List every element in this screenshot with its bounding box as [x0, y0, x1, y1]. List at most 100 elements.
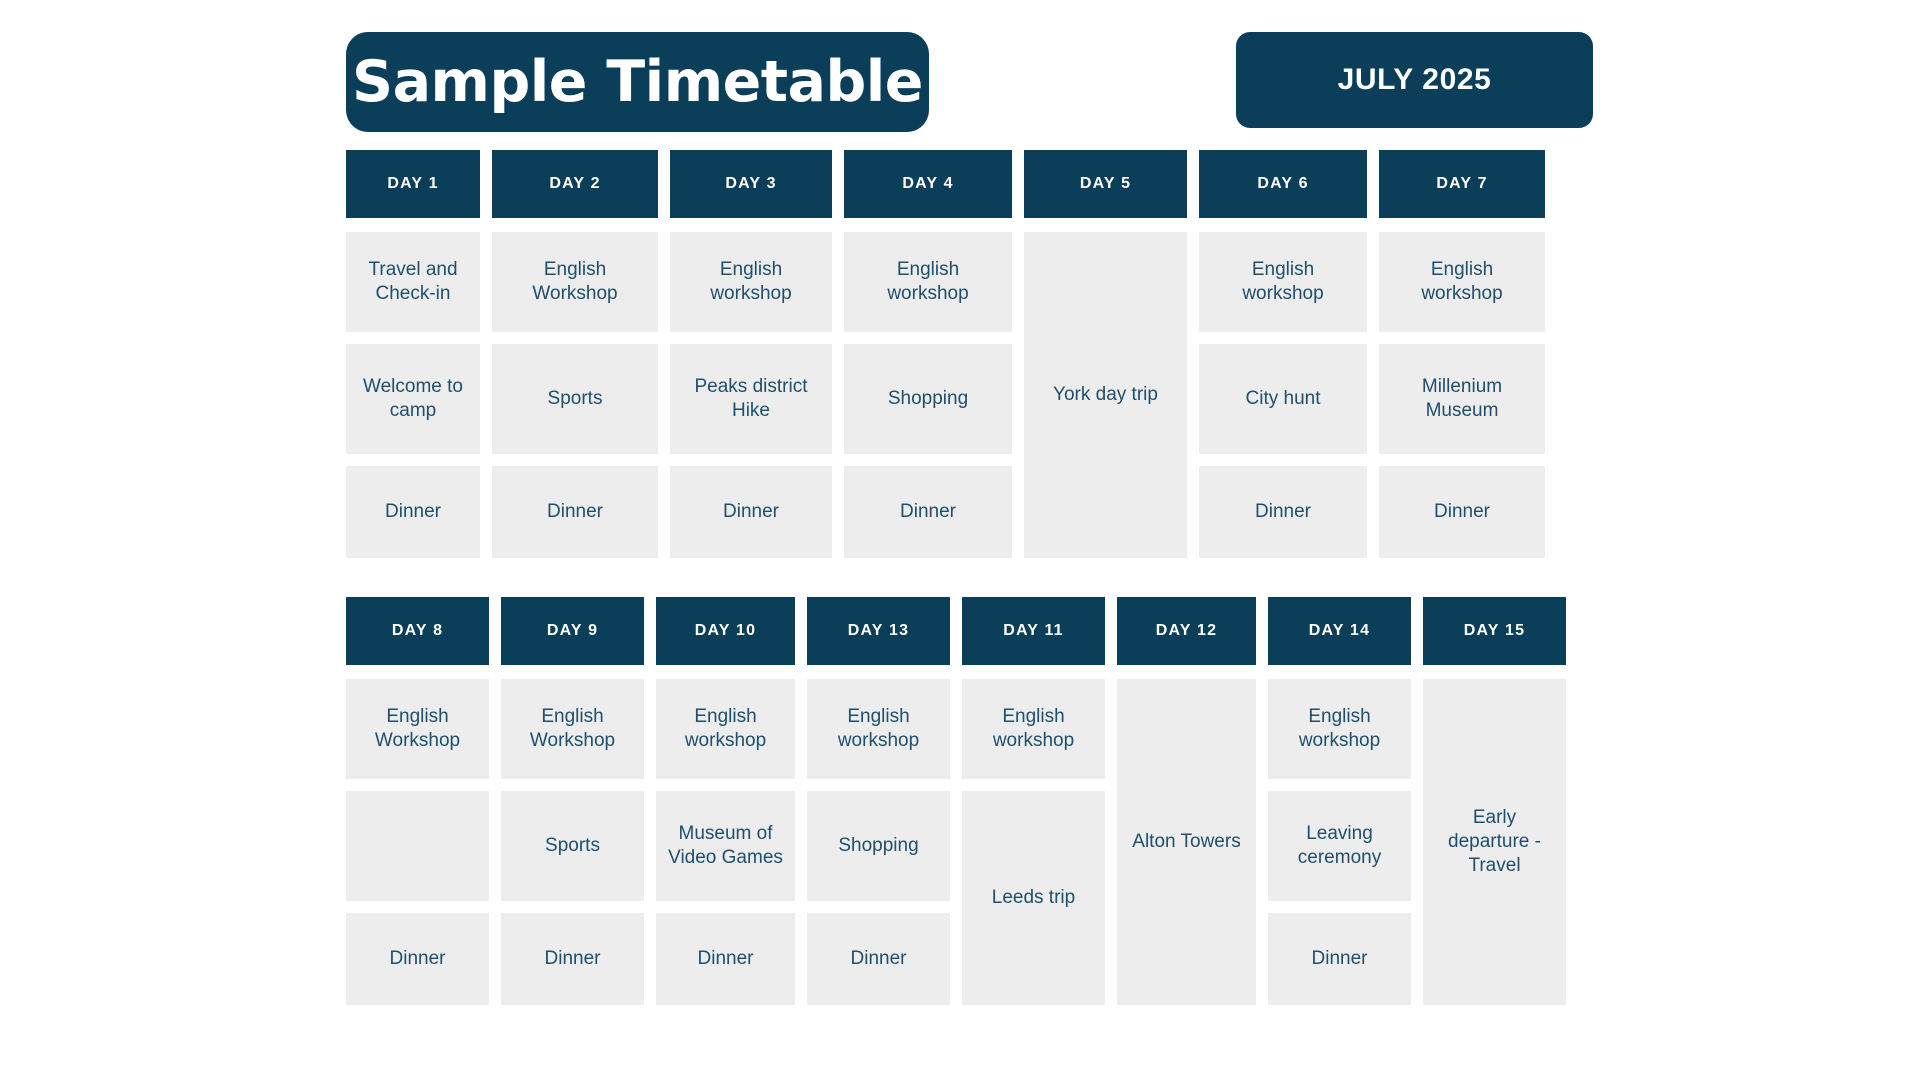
activity-label: English workshop	[1242, 258, 1324, 304]
activity-cell[interactable]: Shopping	[844, 344, 1012, 454]
activity-label: Shopping	[887, 387, 969, 409]
day-column: DAY 1 Travel and Check-in Welcome to camp D…	[346, 150, 480, 558]
activity-cell[interactable]: Dinner	[670, 466, 832, 558]
activity-label: Welcome to camp	[363, 375, 463, 421]
activity-label: Alton Towers	[1132, 830, 1241, 852]
activity-label: Dinner	[850, 947, 907, 969]
activity-label: English workshop	[1298, 705, 1381, 751]
activity-label: Early departure - Travel	[1448, 806, 1541, 877]
activity-label: Dinner	[900, 500, 956, 522]
day-header[interactable]: DAY 3	[670, 150, 832, 218]
day-header[interactable]: DAY 5	[1024, 150, 1187, 218]
day-column: DAY 9 English Workshop Sports Dinner	[501, 597, 644, 1005]
activity-label: Dinner	[723, 500, 779, 522]
activity-cell[interactable]: Welcome to camp	[346, 344, 480, 454]
activity-cell[interactable]: Peaks district Hike	[670, 344, 832, 454]
activity-label: Sports	[547, 387, 603, 409]
activity-cell[interactable]: English Workshop	[501, 679, 644, 779]
day-column: DAY 13 English workshop Shopping Dinner	[807, 597, 950, 1005]
day-header[interactable]: DAY 14	[1268, 597, 1411, 665]
day-header[interactable]: DAY 1	[346, 150, 480, 218]
day-header[interactable]: DAY 8	[346, 597, 489, 665]
day-column: DAY 4 English workshop Shopping Dinner	[844, 150, 1012, 558]
activity-cell[interactable]: Dinner	[844, 466, 1012, 558]
activity-cell[interactable]: English Workshop	[346, 679, 489, 779]
activity-cell[interactable]: Dinner	[346, 913, 489, 1005]
activity-label: Dinner	[547, 500, 603, 522]
activity-cell[interactable]: English workshop	[670, 232, 832, 332]
activity-cell[interactable]: City hunt	[1199, 344, 1367, 454]
activity-label: Dinner	[389, 947, 446, 969]
activity-label: English workshop	[684, 705, 767, 751]
activity-cell[interactable]: English workshop	[1379, 232, 1545, 332]
day-column: DAY 14 English workshop Leaving ceremony Di…	[1268, 597, 1411, 1005]
month-badge: JULY 2025	[1236, 32, 1593, 128]
activity-label: Dinner	[544, 947, 601, 969]
activity-label: Sports	[545, 834, 600, 856]
activity-cell[interactable]: Dinner	[1379, 466, 1545, 558]
day-column: DAY 3 English workshop Peaks district Hike…	[670, 150, 832, 558]
day-header[interactable]: DAY 7	[1379, 150, 1545, 218]
activity-cell[interactable]: Dinner	[807, 913, 950, 1005]
activity-label: Dinner	[1311, 947, 1368, 969]
day-header[interactable]: DAY 12	[1117, 597, 1256, 665]
day-header[interactable]: DAY 4	[844, 150, 1012, 218]
day-column: DAY 8 English Workshop Dinner	[346, 597, 489, 1005]
activity-cell[interactable]: York day trip	[1024, 232, 1187, 558]
page-title-badge: Sample Timetable	[346, 32, 929, 132]
activity-label: English workshop	[1421, 258, 1503, 304]
activity-cell[interactable]: Dinner	[656, 913, 795, 1005]
activity-cell[interactable]: Dinner	[346, 466, 480, 558]
activity-label: Leeds trip	[991, 886, 1076, 908]
day-header[interactable]: DAY 11	[962, 597, 1105, 665]
timetable-page: Sample Timetable JULY 2025 DAY 1 Travel a…	[0, 0, 1920, 1080]
day-column: DAY 15 Early departure - Travel	[1423, 597, 1566, 1005]
activity-cell[interactable]: Shopping	[807, 791, 950, 901]
day-header[interactable]: DAY 9	[501, 597, 644, 665]
activity-cell[interactable]: Dinner	[1268, 913, 1411, 1005]
activity-cell[interactable]: Museum of Video Games	[656, 791, 795, 901]
activity-cell[interactable]: Alton Towers	[1117, 679, 1256, 1005]
activity-label: English workshop	[992, 705, 1075, 751]
activity-cell[interactable]: Dinner	[501, 913, 644, 1005]
activity-label: Dinner	[385, 500, 441, 522]
activity-cell[interactable]: Early departure - Travel	[1423, 679, 1566, 1005]
activity-cell[interactable]: English workshop	[844, 232, 1012, 332]
activity-cell[interactable]: Dinner	[492, 466, 658, 558]
activity-cell[interactable]: Sports	[501, 791, 644, 901]
timetable-block-2: DAY 8 English Workshop Dinner DAY 9 English …	[346, 597, 1566, 1005]
activity-label: Peaks district Hike	[694, 375, 808, 421]
day-header[interactable]: DAY 2	[492, 150, 658, 218]
activity-cell[interactable]: English workshop	[807, 679, 950, 779]
page-title: Sample Timetable	[352, 48, 923, 115]
day-header[interactable]: DAY 15	[1423, 597, 1566, 665]
activity-label: English workshop	[710, 258, 792, 304]
activity-cell[interactable]: English workshop	[1199, 232, 1367, 332]
activity-cell[interactable]: English workshop	[656, 679, 795, 779]
day-column: DAY 7 English workshop Millenium Museum Din…	[1379, 150, 1545, 558]
activity-label: Shopping	[838, 834, 919, 856]
activity-label: English Workshop	[532, 258, 618, 304]
activity-cell[interactable]: English workshop	[962, 679, 1105, 779]
activity-cell[interactable]: Leeds trip	[962, 791, 1105, 1005]
activity-label: City hunt	[1245, 387, 1321, 409]
activity-label: Leaving ceremony	[1297, 822, 1382, 868]
day-column: DAY 6 English workshop City hunt Dinner	[1199, 150, 1367, 558]
activity-label: Dinner	[1434, 500, 1490, 522]
activity-cell[interactable]: Leaving ceremony	[1268, 791, 1411, 901]
activity-cell[interactable]: Sports	[492, 344, 658, 454]
activity-cell[interactable]: English Workshop	[492, 232, 658, 332]
activity-cell[interactable]: English workshop	[1268, 679, 1411, 779]
month-label: JULY 2025	[1337, 63, 1492, 96]
activity-cell[interactable]: Travel and Check-in	[346, 232, 480, 332]
day-column: DAY 10 English workshop Museum of Video Ga…	[656, 597, 795, 1005]
activity-label: English Workshop	[529, 705, 616, 751]
day-header[interactable]: DAY 10	[656, 597, 795, 665]
activity-cell[interactable]: Dinner	[1199, 466, 1367, 558]
activity-cell-empty[interactable]	[346, 791, 489, 901]
day-header[interactable]: DAY 13	[807, 597, 950, 665]
day-header[interactable]: DAY 6	[1199, 150, 1367, 218]
activity-label: Dinner	[697, 947, 754, 969]
day-column: DAY 12 Alton Towers	[1117, 597, 1256, 1005]
activity-cell[interactable]: Millenium Museum	[1379, 344, 1545, 454]
